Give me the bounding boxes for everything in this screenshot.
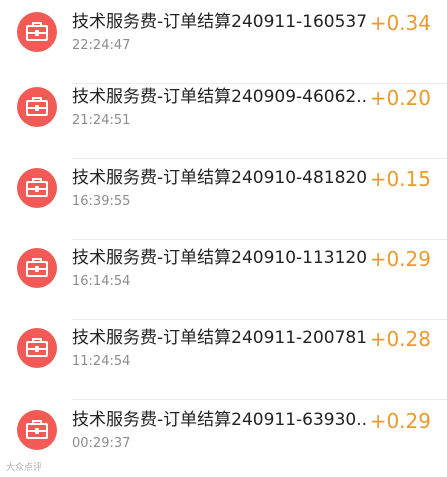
transaction-time: 11:24:54 xyxy=(72,354,131,369)
briefcase-icon-glyph xyxy=(26,420,48,439)
transaction-time: 22:24:47 xyxy=(72,38,131,53)
transaction-row[interactable]: 技术服务费-订单结算240911-160537... 22:24:47 +0.3… xyxy=(0,4,447,84)
transaction-title: 技术服务费-订单结算240911-63930... xyxy=(72,410,368,430)
transaction-title: 技术服务费-订单结算240911-200781... xyxy=(72,328,368,348)
briefcase-icon xyxy=(17,87,57,127)
briefcase-icon xyxy=(17,328,57,368)
transaction-amount: +0.34 xyxy=(369,11,431,35)
transaction-row[interactable]: 技术服务费-订单结算240911-200781... 11:24:54 +0.2… xyxy=(0,320,447,400)
transaction-row[interactable]: 技术服务费-订单结算240910-481820... 16:39:55 +0.1… xyxy=(0,160,447,240)
transaction-list: 技术服务费-订单结算240911-160537... 22:24:47 +0.3… xyxy=(0,0,447,477)
briefcase-icon xyxy=(17,410,57,450)
transaction-row[interactable]: 技术服务费-订单结算240910-113120... 16:14:54 +0.2… xyxy=(0,240,447,320)
transaction-amount: +0.29 xyxy=(369,247,431,271)
briefcase-icon-glyph xyxy=(26,258,48,277)
briefcase-icon-glyph xyxy=(26,97,48,116)
transaction-row[interactable]: 技术服务费-订单结算240911-63930... 00:29:37 +0.29 xyxy=(0,402,447,477)
briefcase-icon xyxy=(17,168,57,208)
transaction-amount: +0.29 xyxy=(369,409,431,433)
row-divider xyxy=(72,399,447,400)
transaction-title: 技术服务费-订单结算240909-46062... xyxy=(72,87,368,107)
briefcase-icon-glyph xyxy=(26,22,48,41)
transaction-amount: +0.28 xyxy=(369,327,431,351)
transaction-title: 技术服务费-订单结算240910-113120... xyxy=(72,248,368,268)
transaction-time: 21:24:51 xyxy=(72,113,131,128)
briefcase-icon-glyph xyxy=(26,338,48,357)
transaction-row[interactable]: 技术服务费-订单结算240909-46062... 21:24:51 +0.20 xyxy=(0,79,447,159)
briefcase-icon xyxy=(17,248,57,288)
transaction-amount: +0.15 xyxy=(369,167,431,191)
briefcase-icon xyxy=(17,12,57,52)
transaction-title: 技术服务费-订单结算240910-481820... xyxy=(72,168,368,188)
row-divider xyxy=(72,158,447,159)
transaction-title: 技术服务费-订单结算240911-160537... xyxy=(72,12,368,32)
transaction-time: 16:14:54 xyxy=(72,274,131,289)
transaction-amount: +0.20 xyxy=(369,86,431,110)
transaction-time: 16:39:55 xyxy=(72,194,131,209)
briefcase-icon-glyph xyxy=(26,178,48,197)
transaction-time: 00:29:37 xyxy=(72,436,131,451)
watermark: 大众点评 xyxy=(6,463,43,473)
